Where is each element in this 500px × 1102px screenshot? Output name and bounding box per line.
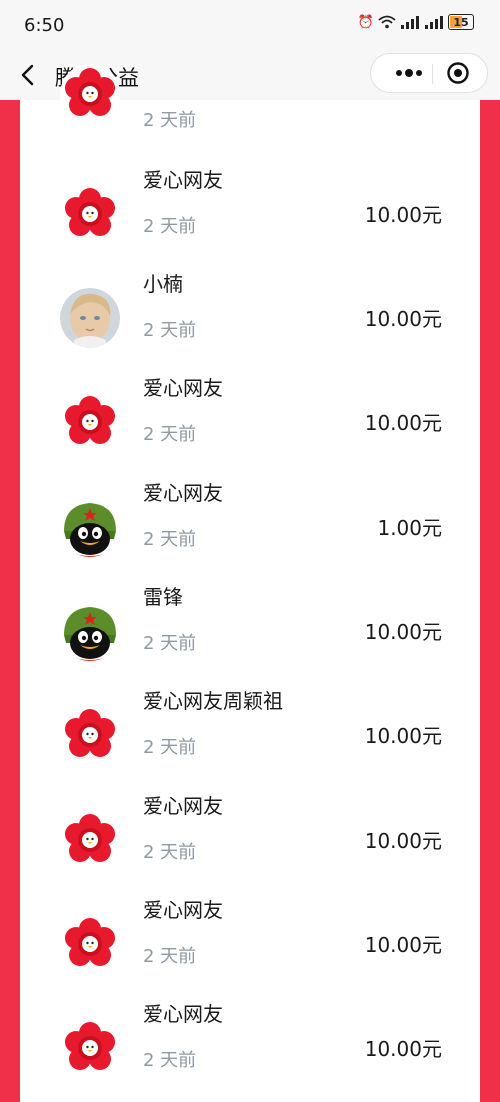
donation-amount: 10.00元 [364, 411, 442, 435]
donor-name: 爱心网友 [143, 898, 223, 922]
donation-time: 2 天前 [143, 1050, 197, 1071]
avatar [60, 601, 120, 661]
donation-amount: 10.00元 [364, 1037, 442, 1061]
donor-name: 雷锋 [143, 585, 183, 609]
avatar [60, 184, 120, 244]
donor-name: 爱心网友 [143, 376, 223, 400]
avatar [60, 705, 120, 765]
donation-amount: 10.00元 [364, 203, 442, 227]
left-red-border [0, 100, 20, 1102]
right-red-border [480, 100, 500, 1102]
donation-amount: 1.00元 [377, 516, 442, 540]
donation-time: 2 天前 [143, 320, 197, 341]
avatar [60, 64, 120, 124]
donation-amount: 10.00元 [364, 933, 442, 957]
list-item-partial: 2 天前 [20, 0, 480, 131]
donation-amount: 10.00元 [364, 620, 442, 644]
avatar [60, 288, 120, 348]
donation-list: 2 天前 爱心网友 2 天前 10.00元 小楠 2 天前 10.00元 爱心网… [20, 0, 480, 1102]
donor-name: 爱心网友 [143, 794, 223, 818]
donation-time: 2 天前 [143, 737, 197, 758]
avatar [60, 392, 120, 452]
donation-amount: 10.00元 [364, 724, 442, 748]
list-item: 雷锋 2 天前 10.00元 [20, 569, 480, 673]
donation-time: 2 天前 [143, 110, 197, 131]
donation-time: 2 天前 [143, 216, 197, 237]
avatar [60, 1018, 120, 1078]
avatar [60, 914, 120, 974]
avatar [60, 810, 120, 870]
donor-name: 小楠 [143, 272, 183, 296]
donor-name: 爱心网友 [143, 1002, 223, 1026]
list-item: 爱心网友 2 天前 1.00元 [20, 465, 480, 569]
list-item: 爱心网友 2 天前 10.00元 [20, 778, 480, 882]
donation-time: 2 天前 [143, 842, 197, 863]
list-item: 爱心网友 2 天前 10.00元 [20, 152, 480, 256]
list-item: 爱心网友周颖祖 2 天前 10.00元 [20, 673, 480, 777]
avatar [60, 497, 120, 557]
donation-amount: 10.00元 [364, 829, 442, 853]
donation-time: 2 天前 [143, 946, 197, 967]
donation-time: 2 天前 [143, 424, 197, 445]
list-item: 爱心网友 2 天前 10.00元 [20, 882, 480, 986]
list-item: 爱心网友 2 天前 10.00元 [20, 360, 480, 464]
list-item: 小楠 2 天前 10.00元 [20, 256, 480, 360]
donation-time: 2 天前 [143, 633, 197, 654]
list-item: 爱心网友 2 天前 10.00元 [20, 986, 480, 1090]
donor-name: 爱心网友周颖祖 [143, 689, 283, 713]
donor-name: 爱心网友 [143, 481, 223, 505]
donation-time: 2 天前 [143, 529, 197, 550]
donor-name: 爱心网友 [143, 168, 223, 192]
donation-amount: 10.00元 [364, 307, 442, 331]
